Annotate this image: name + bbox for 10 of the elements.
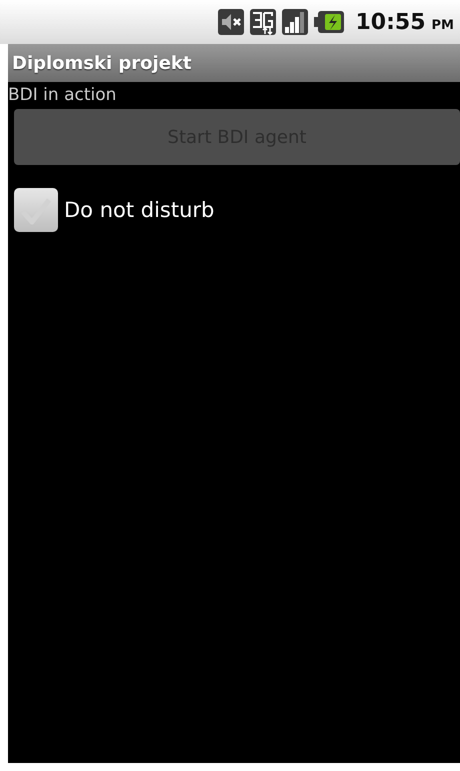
battery-charging-icon	[314, 11, 344, 33]
checkbox-label: Do not disturb	[64, 198, 214, 222]
clock-time: 10:55	[356, 10, 426, 34]
mute-icon	[218, 9, 244, 35]
checkbox[interactable]	[14, 188, 58, 232]
window-title: Diplomski projekt	[12, 52, 192, 74]
clock-period: PM	[432, 18, 454, 32]
network-3g-icon	[250, 9, 276, 35]
heading-text: BDI in action	[8, 85, 118, 105]
signal-icon	[282, 9, 308, 35]
